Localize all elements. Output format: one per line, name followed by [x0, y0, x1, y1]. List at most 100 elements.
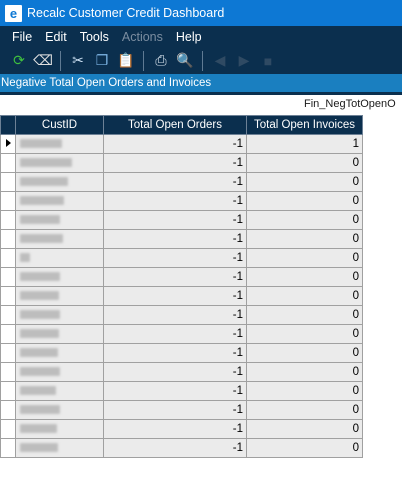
cell-open-orders[interactable]: -1 [103, 248, 247, 268]
cell-open-invoices[interactable]: 0 [246, 286, 363, 306]
menu-help[interactable]: Help [176, 30, 202, 44]
cell-custid[interactable] [15, 286, 104, 306]
row-selector[interactable] [0, 305, 16, 325]
cell-open-orders[interactable]: -1 [103, 362, 247, 382]
cell-open-invoices[interactable]: 0 [246, 267, 363, 287]
cell-open-invoices[interactable]: 0 [246, 324, 363, 344]
row-selector[interactable] [0, 324, 16, 344]
cell-open-invoices[interactable]: 0 [246, 400, 363, 420]
row-selector[interactable] [0, 343, 16, 363]
table-row[interactable]: -1 0 [0, 438, 363, 458]
cell-open-orders[interactable]: -1 [103, 343, 247, 363]
cell-open-invoices[interactable]: 0 [246, 343, 363, 363]
cell-open-invoices[interactable]: 0 [246, 362, 363, 382]
row-selector[interactable] [0, 248, 16, 268]
column-header-open-orders[interactable]: Total Open Orders [103, 115, 247, 135]
table-row[interactable]: -1 0 [0, 343, 363, 363]
table-row[interactable]: -1 0 [0, 248, 363, 268]
row-selector[interactable] [0, 286, 16, 306]
print-preview-icon[interactable]: 🔍 [174, 50, 196, 72]
cell-open-invoices[interactable]: 1 [246, 134, 363, 154]
cell-custid[interactable] [15, 362, 104, 382]
cell-custid[interactable] [15, 324, 104, 344]
menu-tools[interactable]: Tools [80, 30, 109, 44]
table-row[interactable]: -1 0 [0, 267, 363, 287]
cell-open-orders[interactable]: -1 [103, 381, 247, 401]
cell-open-orders[interactable]: -1 [103, 400, 247, 420]
cell-open-invoices[interactable]: 0 [246, 153, 363, 173]
cell-open-invoices[interactable]: 0 [246, 229, 363, 249]
menu-edit[interactable]: Edit [45, 30, 67, 44]
cell-custid[interactable] [15, 305, 104, 325]
row-selector[interactable] [0, 419, 16, 439]
copy-icon[interactable]: ❐ [91, 50, 113, 72]
cell-open-orders[interactable]: -1 [103, 134, 247, 154]
refresh-icon[interactable]: ⟳ [8, 50, 30, 72]
table-row[interactable]: -1 0 [0, 305, 363, 325]
cell-custid[interactable] [15, 248, 104, 268]
cell-open-invoices[interactable]: 0 [246, 419, 363, 439]
table-row[interactable]: -1 0 [0, 210, 363, 230]
cell-custid[interactable] [15, 210, 104, 230]
table-row[interactable]: -1 0 [0, 324, 363, 344]
cell-custid[interactable] [15, 229, 104, 249]
cell-open-orders[interactable]: -1 [103, 267, 247, 287]
cell-open-invoices[interactable]: 0 [246, 248, 363, 268]
cell-open-orders[interactable]: -1 [103, 286, 247, 306]
row-selector[interactable] [0, 191, 16, 211]
cell-custid[interactable] [15, 267, 104, 287]
cell-open-orders[interactable]: -1 [103, 305, 247, 325]
table-row[interactable]: -1 0 [0, 400, 363, 420]
column-header-open-invoices[interactable]: Total Open Invoices [246, 115, 363, 135]
cell-custid[interactable] [15, 191, 104, 211]
cell-open-orders[interactable]: -1 [103, 324, 247, 344]
print-icon[interactable]: ⎙ [150, 50, 172, 72]
row-selector[interactable] [0, 172, 16, 192]
cell-custid[interactable] [15, 438, 104, 458]
row-selector-header[interactable] [0, 115, 16, 135]
row-selector[interactable] [0, 229, 16, 249]
cell-open-orders[interactable]: -1 [103, 172, 247, 192]
cell-open-orders[interactable]: -1 [103, 419, 247, 439]
paste-icon[interactable]: 📋 [115, 50, 137, 72]
table-row[interactable]: -1 0 [0, 191, 363, 211]
row-selector[interactable] [0, 362, 16, 382]
menu-file[interactable]: File [12, 30, 32, 44]
row-selector[interactable] [0, 134, 16, 154]
cell-open-invoices[interactable]: 0 [246, 210, 363, 230]
cell-open-invoices[interactable]: 0 [246, 438, 363, 458]
cell-custid[interactable] [15, 400, 104, 420]
cell-open-invoices[interactable]: 0 [246, 172, 363, 192]
cut-icon[interactable]: ✂ [67, 50, 89, 72]
cell-custid[interactable] [15, 343, 104, 363]
cell-custid[interactable] [15, 153, 104, 173]
row-selector[interactable] [0, 210, 16, 230]
eraser-icon[interactable]: ⌫ [32, 50, 54, 72]
table-row[interactable]: -1 0 [0, 172, 363, 192]
row-selector[interactable] [0, 438, 16, 458]
table-row[interactable]: -1 0 [0, 229, 363, 249]
cell-open-invoices[interactable]: 0 [246, 305, 363, 325]
table-row[interactable]: -1 0 [0, 286, 363, 306]
cell-open-orders[interactable]: -1 [103, 229, 247, 249]
cell-open-orders[interactable]: -1 [103, 210, 247, 230]
cell-open-orders[interactable]: -1 [103, 191, 247, 211]
row-selector[interactable] [0, 267, 16, 287]
table-row[interactable]: -1 0 [0, 362, 363, 382]
cell-custid[interactable] [15, 172, 104, 192]
cell-custid[interactable] [15, 381, 104, 401]
cell-custid[interactable] [15, 419, 104, 439]
cell-open-invoices[interactable]: 0 [246, 381, 363, 401]
table-row[interactable]: -1 1 [0, 134, 363, 154]
table-row[interactable]: -1 0 [0, 381, 363, 401]
cell-custid[interactable] [15, 134, 104, 154]
table-row[interactable]: -1 0 [0, 419, 363, 439]
table-row[interactable]: -1 0 [0, 153, 363, 173]
row-selector[interactable] [0, 400, 16, 420]
row-selector[interactable] [0, 153, 16, 173]
cell-open-orders[interactable]: -1 [103, 438, 247, 458]
row-selector[interactable] [0, 381, 16, 401]
column-header-custid[interactable]: CustID [15, 115, 104, 135]
cell-open-orders[interactable]: -1 [103, 153, 247, 173]
cell-open-invoices[interactable]: 0 [246, 191, 363, 211]
